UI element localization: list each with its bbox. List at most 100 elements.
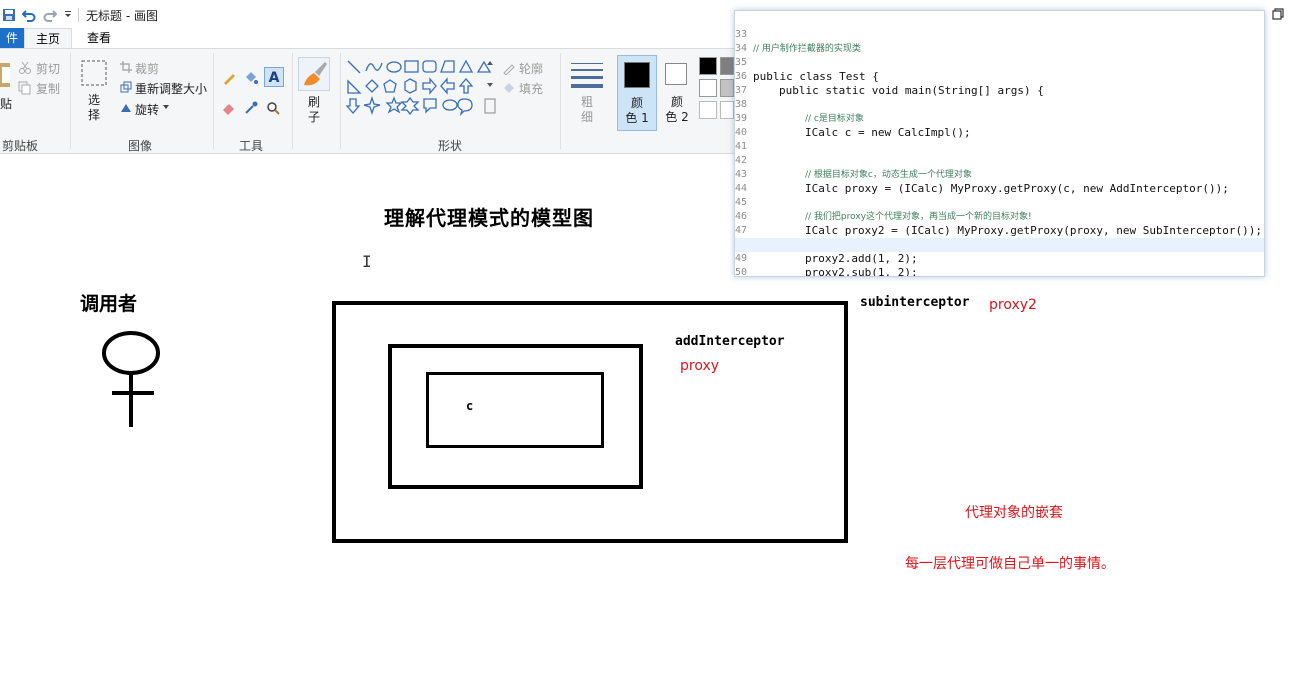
- customize-toolbar-icon[interactable]: [63, 8, 73, 22]
- code-line: 45 // 我们把proxy这个代理对象，再当成一个新的目标对象!: [735, 182, 1264, 222]
- group-separator: [213, 53, 214, 149]
- tools-group-label: 工具: [239, 139, 264, 153]
- code-line: 44: [735, 168, 1264, 194]
- rotate-button[interactable]: 旋转: [135, 101, 159, 118]
- palette-swatch-empty[interactable]: [720, 101, 734, 119]
- cut-button[interactable]: 剪切: [36, 60, 60, 77]
- code-line: 36 public static void main(String[] args…: [735, 56, 1264, 97]
- undo-icon[interactable]: [22, 8, 36, 22]
- code-line: 48 proxy2.add(1, 2);: [735, 224, 1264, 265]
- color2-label-1: 颜: [670, 95, 683, 109]
- brushes-icon[interactable]: [298, 57, 330, 91]
- palette-swatch-empty[interactable]: [699, 101, 717, 119]
- ribbon-tabs: 件 主页 查看: [0, 28, 760, 48]
- code-line: 50 }: [735, 252, 1264, 276]
- nesting-note: 代理对象的嵌套: [965, 505, 1063, 521]
- copy-icon: [18, 81, 31, 95]
- restore-window-icon[interactable]: [1270, 6, 1286, 22]
- palette-swatch-white[interactable]: [699, 79, 717, 97]
- size-label-2: 细: [580, 110, 593, 124]
- fill-icon: [504, 83, 514, 93]
- caller-figure: [102, 331, 160, 427]
- color1-swatch: [624, 62, 650, 88]
- paste-icon[interactable]: [0, 59, 12, 89]
- rotate-dropdown-icon[interactable]: [163, 105, 169, 109]
- color2-swatch: [665, 63, 687, 85]
- code-line: 38 // c是目标对象: [735, 84, 1264, 124]
- code-line: 35 public class Test {: [735, 42, 1264, 83]
- fill-button[interactable]: 填充: [519, 80, 543, 97]
- code-line: 40: [735, 112, 1264, 138]
- palette-swatch-black[interactable]: [699, 57, 717, 75]
- color1-label-2: 色 1: [625, 111, 649, 125]
- text-icon[interactable]: A: [264, 67, 284, 87]
- code-editor[interactable]: 33 // 用户制作拦截器的实现类 34 35 public class Tes…: [734, 10, 1265, 277]
- code-line: 42 // 根据目标对象c，动态生成一个代理对象: [735, 140, 1264, 180]
- clipboard-group-label: 剪贴板: [2, 139, 39, 153]
- proxy2-label: proxy2: [989, 297, 1037, 313]
- resize-button[interactable]: 重新调整大小: [135, 80, 207, 97]
- code-line: 41: [735, 126, 1264, 152]
- color-picker-icon[interactable]: [244, 101, 258, 115]
- outline-icon: [503, 64, 515, 75]
- size-icon[interactable]: [570, 59, 604, 91]
- color1-label: 颜 色 1: [618, 96, 656, 126]
- color2-label-2: 色 2: [665, 110, 689, 124]
- size-label-1: 粗: [580, 95, 593, 109]
- shapes-gallery[interactable]: [346, 59, 496, 119]
- rotate-icon: [121, 104, 131, 112]
- crop-button[interactable]: 裁剪: [135, 60, 159, 77]
- subinterceptor-label: subinterceptor: [860, 295, 970, 310]
- size-button[interactable]: 粗 细: [570, 95, 604, 125]
- paste-button[interactable]: 贴: [0, 95, 12, 112]
- text-cursor-icon: I: [362, 252, 372, 271]
- palette-swatch-silver[interactable]: [720, 79, 734, 97]
- window-title: 无标题 - 画图: [86, 9, 158, 23]
- outline-button[interactable]: 轮廓: [519, 60, 543, 77]
- code-line: 46 ICalc proxy2 = (ICalc) MyProxy.getPro…: [735, 196, 1264, 237]
- diagram-title: 理解代理模式的模型图: [384, 206, 594, 230]
- resize-icon: [120, 81, 132, 93]
- color2-label: 颜 色 2: [660, 95, 694, 125]
- color2-button[interactable]: 颜 色 2: [660, 55, 696, 131]
- cut-icon: [19, 61, 31, 74]
- brushes-button[interactable]: 刷 子: [298, 95, 330, 125]
- caller-label: 调用者: [80, 293, 138, 315]
- svg-text:A: A: [269, 70, 280, 86]
- code-line-current: 49 proxy2.sub(1, 2);: [735, 238, 1264, 276]
- fill-bucket-icon[interactable]: [244, 71, 258, 85]
- magnifier-icon[interactable]: [266, 101, 280, 115]
- code-line: 51 }: [735, 266, 1264, 276]
- tab-view[interactable]: 查看: [76, 28, 122, 48]
- target-c-label: c: [466, 399, 474, 413]
- palette-swatch-gray[interactable]: [720, 57, 734, 75]
- code-line: 33 // 用户制作拦截器的实现类: [735, 14, 1264, 54]
- save-icon[interactable]: [2, 8, 16, 22]
- color1-button[interactable]: 颜 色 1: [617, 55, 657, 131]
- brushes-label-2: 子: [307, 110, 320, 124]
- tab-file[interactable]: 件: [0, 28, 24, 48]
- brushes-label-1: 刷: [307, 95, 320, 109]
- image-group-label: 图像: [128, 139, 153, 153]
- group-separator: [340, 53, 341, 149]
- code-line: 47: [735, 210, 1264, 236]
- shapes-group-label: 形状: [438, 139, 463, 153]
- eraser-icon[interactable]: [222, 101, 236, 115]
- color1-label-1: 颜: [630, 96, 643, 110]
- redo-icon[interactable]: [43, 8, 57, 22]
- target-box: [426, 372, 604, 448]
- group-separator: [70, 53, 71, 149]
- code-line: 43 ICalc proxy = (ICalc) MyProxy.getProx…: [735, 154, 1264, 195]
- proxy-label: proxy: [680, 358, 720, 374]
- select-button[interactable]: 选 择: [80, 93, 108, 123]
- select-label-1: 选: [87, 93, 100, 107]
- pencil-icon[interactable]: [222, 71, 236, 85]
- ribbon: 贴 剪切 复制 剪贴板 选 择 裁剪 重新调整大小 旋转 图像 A 工具 刷 子: [0, 48, 760, 154]
- code-line: 39 ICalc c = new CalcImpl();: [735, 98, 1264, 139]
- group-separator: [292, 53, 293, 149]
- select-label-2: 择: [87, 108, 100, 122]
- tab-home[interactable]: 主页: [24, 28, 72, 48]
- code-line: 37: [735, 70, 1264, 96]
- copy-button[interactable]: 复制: [36, 80, 60, 97]
- select-icon[interactable]: [80, 59, 108, 87]
